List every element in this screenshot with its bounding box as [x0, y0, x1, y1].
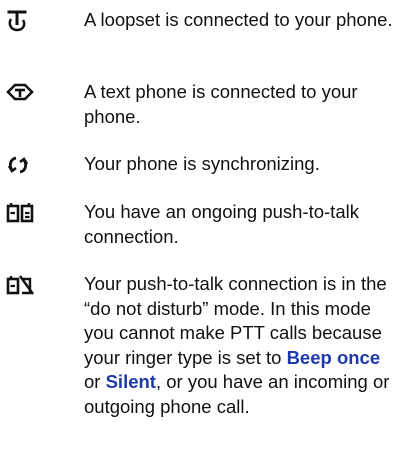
- legend-text-synchronizing: Your phone is synchronizing.: [84, 153, 320, 174]
- legend-text-text-phone: A text phone is connected to your phone.: [84, 81, 358, 127]
- legend-entry-push-to-talk: You have an ongoing push-to-talk connect…: [0, 200, 404, 252]
- push-to-talk-connection-icon: [6, 202, 34, 223]
- push-to-talk-do-not-disturb-icon: [6, 274, 34, 295]
- text-phone-icon: [6, 82, 34, 102]
- legend-entry-text-phone: A text phone is connected to your phone.: [0, 80, 404, 132]
- legend-entry-synchronizing: Your phone is synchronizing.: [0, 152, 404, 180]
- keyword-silent: Silent: [105, 371, 156, 392]
- legend-entry-loopset: A loopset is connected to your phone.: [0, 8, 404, 60]
- legend-text-push-to-talk-dnd: Your push-to-talk connection is in the “…: [84, 272, 400, 419]
- status-icon-legend: A loopset is connected to your phone. A …: [0, 0, 404, 476]
- legend-text-loopset: A loopset is connected to your phone.: [84, 9, 393, 30]
- dnd-text-part-2: or: [84, 371, 106, 392]
- legend-text-push-to-talk: You have an ongoing push-to-talk connect…: [84, 201, 359, 247]
- synchronizing-icon: [6, 154, 32, 174]
- keyword-beep-once: Beep once: [286, 346, 381, 368]
- legend-entry-push-to-talk-dnd: Your push-to-talk connection is in the “…: [0, 272, 404, 472]
- loopset-icon: [6, 10, 32, 32]
